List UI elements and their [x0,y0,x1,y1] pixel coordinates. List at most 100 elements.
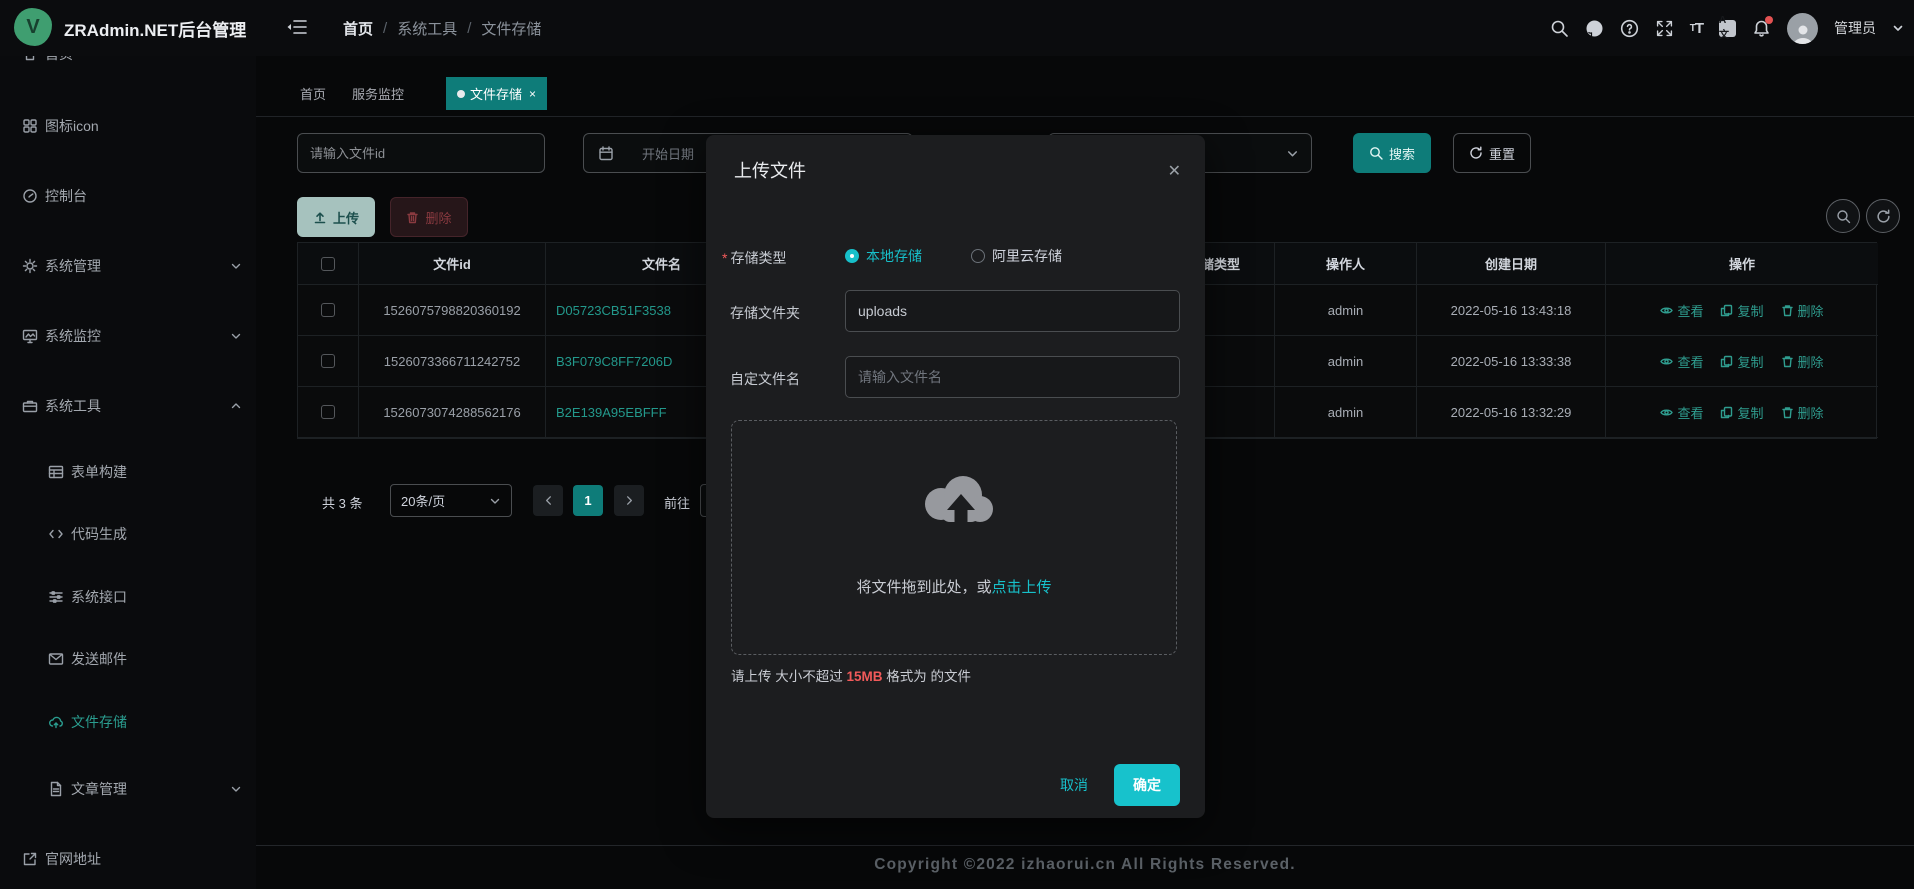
cell-operator: admin [1275,336,1417,387]
avatar[interactable] [1787,13,1818,44]
github-icon[interactable] [1585,19,1604,38]
page-size-value: 20条/页 [401,491,445,510]
radio-aliyun-storage[interactable]: 阿里云存储 [971,246,1062,266]
view-link-label: 查看 [1677,403,1703,422]
sidebar-item-label: 控制台 [45,186,87,206]
page-number-button[interactable]: 1 [573,485,603,516]
sidebar-item-file-storage[interactable]: 文件存储 [0,710,256,734]
modal-footer: 取消 确定 [1060,764,1180,806]
row-checkbox[interactable] [321,354,335,368]
breadcrumb-home[interactable]: 首页 [343,18,373,39]
select-all-checkbox[interactable] [321,257,335,271]
size-limit: 15MB [847,669,883,684]
copy-link[interactable]: 复制 [1720,403,1763,422]
file-id-inputbox [297,133,545,173]
tab-server-monitor[interactable]: 服务监控 [352,77,404,110]
confirm-button[interactable]: 确定 [1114,764,1180,806]
toolbox-icon [22,398,38,414]
copy-link-label: 复制 [1737,403,1763,422]
click-upload-link[interactable]: 点击上传 [992,579,1052,596]
file-id-input[interactable] [298,146,544,161]
font-size-icon[interactable]: TT [1690,20,1703,37]
upload-button[interactable]: 上传 [297,197,375,237]
upload-tip: 请上传 大小不超过 15MB 格式为 的文件 [731,665,971,685]
sidebar-item-system-admin[interactable]: 系统管理 [0,254,256,278]
reset-button[interactable]: 重置 [1453,133,1531,173]
sidebar-item-console[interactable]: 控制台 [0,184,256,208]
sidebar-item-form-builder[interactable]: 表单构建 [0,460,256,484]
modal-title: 上传文件 [734,157,806,183]
cell-operator: admin [1275,285,1417,336]
sidebar-item-system-tools[interactable]: 系统工具 [0,394,256,418]
sidebar-item-label: 系统接口 [71,587,127,607]
breadcrumb-file-storage: 文件存储 [481,18,541,39]
tab-close-icon[interactable]: × [529,87,536,101]
pagination-total: 共 3 条 [322,493,362,512]
reset-button-label: 重置 [1489,144,1515,163]
row-checkbox[interactable] [321,303,335,317]
delete-link-label: 删除 [1798,403,1824,422]
folder-input[interactable] [846,303,1179,319]
cell-created: 2022-05-16 13:33:38 [1417,336,1606,387]
top-header: V ZRAdmin.NET后台管理 首页 / 系统工具 / 文件存储 TT A文 [0,0,1914,56]
col-operator: 操作人 [1275,243,1417,285]
app-root: 首页 图标icon 控制台 系统管理 系统监控 系统工具 表单构建 [0,0,1914,889]
prev-page-button[interactable] [533,485,563,516]
sidebar-item-send-mail[interactable]: 发送邮件 [0,647,256,671]
external-link-icon [22,851,38,867]
page-size-select[interactable]: 20条/页 [390,484,512,517]
view-link[interactable]: 查看 [1660,403,1703,422]
notification-bell-icon[interactable] [1752,19,1771,38]
help-icon[interactable] [1620,19,1639,38]
chevron-down-icon[interactable] [1892,22,1904,34]
active-tab-dot [457,90,465,98]
chevron-down-icon [230,330,242,342]
cell-file-id: 1526073366711242752 [359,336,546,387]
sidebar-fold-icon[interactable] [286,17,308,37]
tab-file-storage[interactable]: 文件存储 × [446,77,547,110]
fullscreen-icon[interactable] [1655,19,1674,38]
sidebar-item-label: 系统管理 [45,256,101,276]
cell-operator: admin [1275,387,1417,438]
cell-created: 2022-05-16 13:32:29 [1417,387,1606,438]
sidebar-item-icons[interactable]: 图标icon [0,114,256,138]
view-link-label: 查看 [1677,352,1703,371]
delete-button-label: 删除 [425,208,451,227]
notification-dot [1765,16,1773,24]
table-search-toggle-button[interactable] [1826,199,1860,233]
upload-file-modal: 上传文件 ✕ *存储类型 本地存储 阿里云存储 存储文件夹 自定文件名 [706,135,1205,818]
breadcrumb-system-tools[interactable]: 系统工具 [397,18,457,39]
search-icon[interactable] [1550,19,1569,38]
cell-created: 2022-05-16 13:43:18 [1417,285,1606,336]
calendar-icon [598,145,614,161]
delete-link[interactable]: 删除 [1781,403,1824,422]
footer-copyright: Copyright ©2022 izhaorui.cn All Rights R… [256,856,1914,874]
delete-link[interactable]: 删除 [1781,352,1824,371]
cancel-button[interactable]: 取消 [1060,775,1088,795]
tab-home[interactable]: 首页 [300,77,326,110]
delete-button[interactable]: 删除 [390,197,468,237]
copy-link[interactable]: 复制 [1720,352,1763,371]
sidebar-item-code-gen[interactable]: 代码生成 [0,522,256,546]
search-button[interactable]: 搜索 [1353,133,1431,173]
row-checkbox[interactable] [321,405,335,419]
sidebar-item-website-link[interactable]: 官网地址 [0,847,256,871]
username[interactable]: 管理员 [1834,18,1876,38]
upload-dropzone[interactable]: 将文件拖到此处，或点击上传 [731,420,1177,655]
sidebar-item-article-admin[interactable]: 文章管理 [0,777,256,801]
radio-local-storage[interactable]: 本地存储 [845,246,922,266]
table-refresh-button[interactable] [1866,199,1900,233]
view-link-label: 查看 [1677,301,1703,320]
delete-link[interactable]: 删除 [1781,301,1824,320]
folder-label: 存储文件夹 [730,303,800,323]
next-page-button[interactable] [614,485,644,516]
translate-icon[interactable]: A文 [1719,20,1736,37]
copy-link[interactable]: 复制 [1720,301,1763,320]
upload-button-label: 上传 [333,208,359,227]
sidebar-item-system-monitor[interactable]: 系统监控 [0,324,256,348]
view-link[interactable]: 查看 [1660,352,1703,371]
close-icon[interactable]: ✕ [1168,161,1181,181]
filename-input[interactable] [846,369,1179,385]
view-link[interactable]: 查看 [1660,301,1703,320]
sidebar-item-system-api[interactable]: 系统接口 [0,585,256,609]
